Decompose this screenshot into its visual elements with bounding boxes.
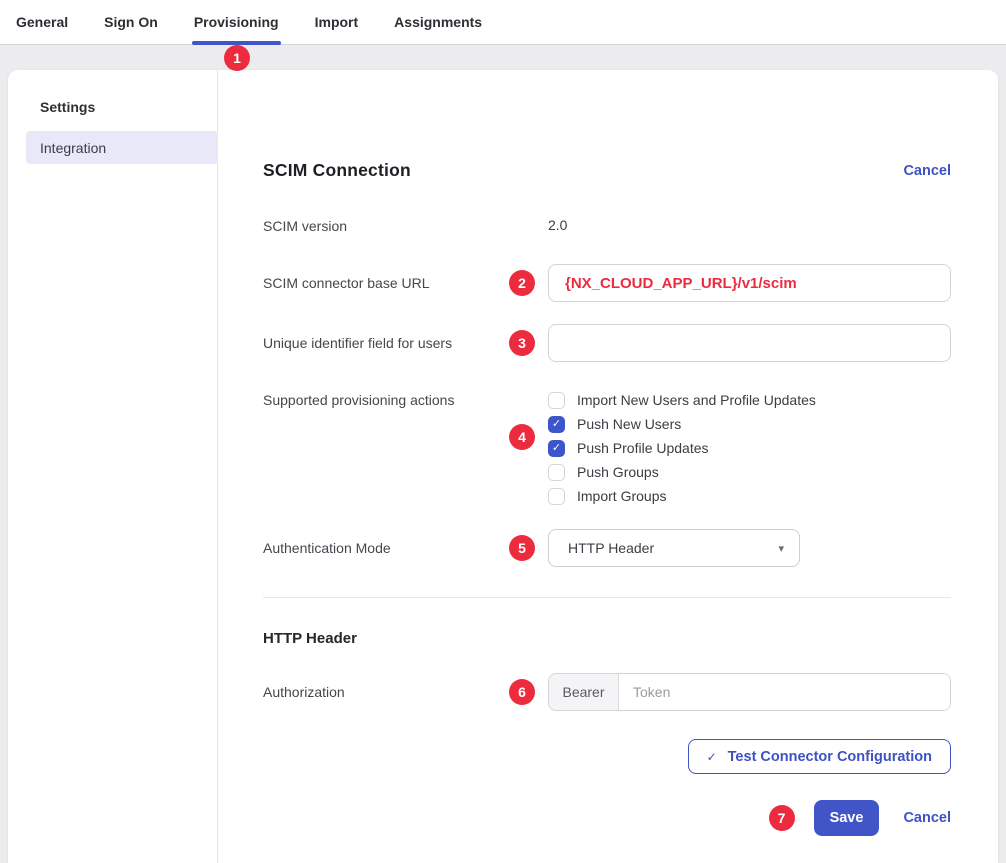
test-connector-configuration-button[interactable]: ✓ Test Connector Configuration	[688, 739, 951, 774]
step-badge-2: 2	[509, 270, 535, 296]
test-connector-configuration-label: Test Connector Configuration	[728, 749, 932, 765]
token-input[interactable]	[619, 674, 950, 710]
checkbox-label: Import New Users and Profile Updates	[577, 392, 816, 408]
step-badge-6: 6	[509, 679, 535, 705]
chevron-down-icon: ▾	[778, 542, 784, 555]
step-badge-5: 5	[509, 535, 535, 561]
auth-mode-selected-value: HTTP Header	[568, 540, 654, 556]
checkbox-checked-icon	[548, 416, 565, 433]
http-header-section-title: HTTP Header	[263, 629, 951, 649]
checkbox-push-groups[interactable]: Push Groups	[548, 460, 951, 484]
tab-provisioning[interactable]: Provisioning	[194, 0, 279, 44]
checkbox-push-new-users[interactable]: Push New Users	[548, 412, 951, 436]
checkbox-import-groups[interactable]: Import Groups	[548, 484, 951, 508]
sidebar-item-label: Integration	[40, 140, 106, 156]
check-icon: ✓	[707, 750, 717, 764]
tab-assignments[interactable]: Assignments	[394, 0, 482, 44]
checkbox-icon	[548, 464, 565, 481]
checkbox-checked-icon	[548, 440, 565, 457]
checkbox-push-profile-updates[interactable]: Push Profile Updates	[548, 436, 951, 460]
scim-connection-form: SCIM Connection Cancel SCIM version 2.0 …	[218, 70, 998, 863]
cancel-link-top[interactable]: Cancel	[903, 163, 951, 179]
base-url-input[interactable]	[548, 264, 951, 302]
step-badge-1: 1	[224, 45, 250, 71]
section-divider	[263, 597, 951, 598]
checkbox-icon	[548, 488, 565, 505]
scim-version-value: 2.0	[548, 217, 567, 233]
unique-id-input[interactable]	[548, 324, 951, 362]
step-badge-7: 7	[769, 805, 795, 831]
sidebar-item-integration[interactable]: Integration	[26, 131, 218, 164]
provisioning-actions-label: Supported provisioning actions	[263, 388, 548, 412]
step-badge-3: 3	[509, 330, 535, 356]
authorization-label: Authorization	[263, 684, 548, 700]
cancel-button-bottom[interactable]: Cancel	[903, 810, 951, 826]
tab-import[interactable]: Import	[315, 0, 359, 44]
checkbox-icon	[548, 392, 565, 409]
checkbox-label: Push New Users	[577, 416, 681, 432]
step-badge-4: 4	[509, 424, 535, 450]
bearer-prefix: Bearer	[549, 674, 619, 710]
sidebar-section-label: Settings	[40, 99, 217, 115]
checkbox-label: Push Groups	[577, 464, 659, 480]
checkbox-import-new-users[interactable]: Import New Users and Profile Updates	[548, 388, 951, 412]
auth-mode-select[interactable]: HTTP Header ▾	[548, 529, 800, 567]
app-tab-bar: General Sign On Provisioning Import Assi…	[0, 0, 1006, 45]
save-button[interactable]: Save	[814, 800, 880, 836]
checkbox-label: Push Profile Updates	[577, 440, 709, 456]
settings-sidebar: Settings Integration	[8, 70, 218, 863]
auth-mode-label: Authentication Mode	[263, 540, 548, 556]
tab-general[interactable]: General	[16, 0, 68, 44]
unique-id-label: Unique identifier field for users	[263, 335, 548, 351]
authorization-input-group: Bearer	[548, 673, 951, 711]
provisioning-card: Settings Integration SCIM Connection Can…	[8, 70, 998, 863]
tab-sign-on[interactable]: Sign On	[104, 0, 158, 44]
page-title: SCIM Connection	[263, 160, 411, 181]
scim-version-label: SCIM version	[263, 218, 548, 234]
checkbox-label: Import Groups	[577, 488, 666, 504]
base-url-label: SCIM connector base URL	[263, 275, 548, 291]
